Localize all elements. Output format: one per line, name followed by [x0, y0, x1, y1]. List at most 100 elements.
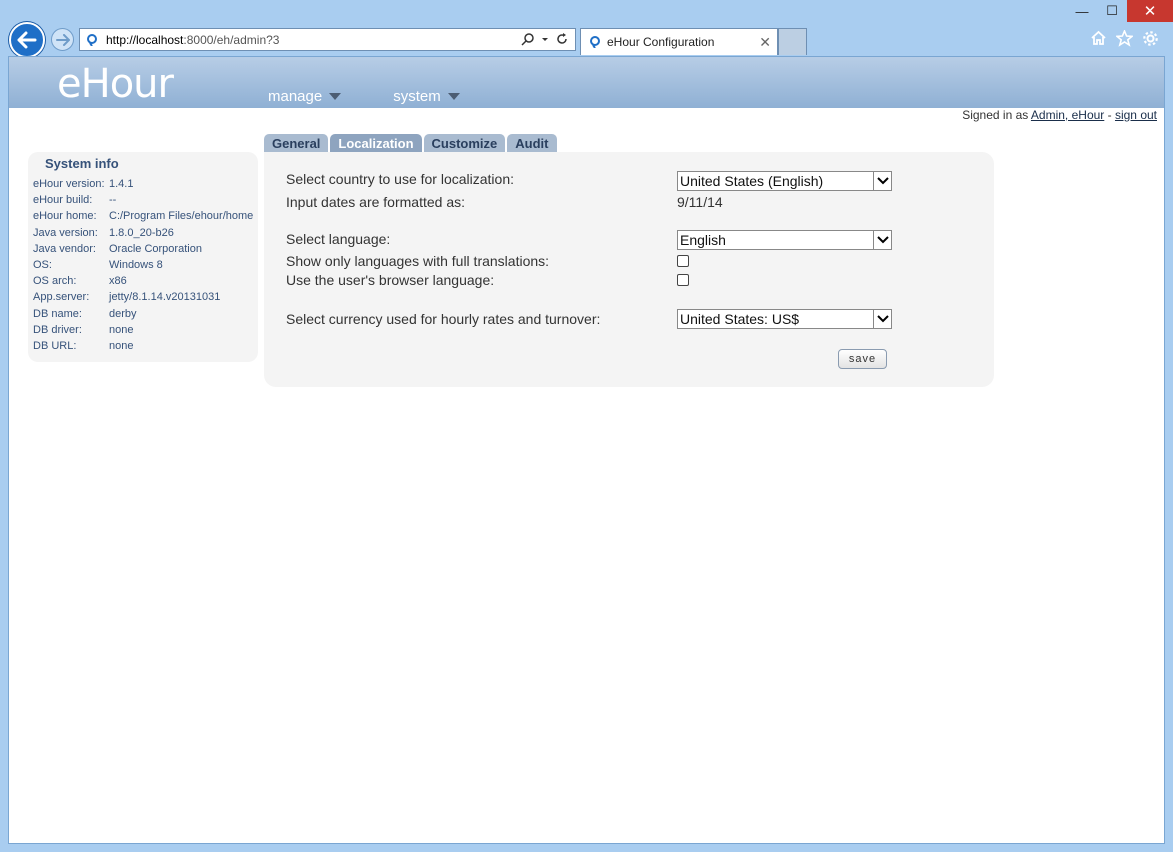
sysinfo-value: Oracle Corporation [109, 242, 202, 255]
full-translations-label: Show only languages with full translatio… [286, 253, 550, 269]
system-info-panel: System info eHour version: 1.4.1 eHour bu… [28, 152, 258, 362]
forward-button[interactable] [51, 28, 74, 51]
sysinfo-key: Java vendor: [33, 242, 96, 255]
sysinfo-value: 1.8.0_20-b26 [109, 226, 174, 239]
sysinfo-key: App.server: [33, 291, 90, 304]
localization-panel: Select country to use for localization: … [264, 152, 994, 387]
tab-customize[interactable]: Customize [423, 134, 506, 152]
sysinfo-value: x86 [109, 275, 127, 288]
sign-out-link[interactable]: sign out [1115, 108, 1157, 122]
url-path: :8000/eh/admin?3 [183, 32, 280, 47]
sysinfo-key: eHour home: [33, 210, 97, 223]
close-tab-icon[interactable]: ✕ [759, 34, 771, 51]
browser-language-checkbox[interactable] [677, 274, 689, 286]
chevron-down-icon [329, 93, 342, 100]
main-nav: manage system [268, 88, 460, 105]
ehour-logo[interactable]: eHour [57, 61, 174, 107]
sysinfo-key: DB driver: [33, 323, 82, 336]
arrow-right-icon [55, 33, 70, 46]
nav-manage[interactable]: manage [268, 88, 342, 105]
sysinfo-row: OS: Windows 8 [33, 257, 253, 273]
currency-label: Select currency used for hourly rates an… [286, 311, 601, 327]
sysinfo-value: -- [109, 194, 117, 207]
back-button[interactable] [9, 22, 45, 58]
gear-icon[interactable] [1142, 29, 1159, 47]
date-format-value: 9/11/14 [677, 194, 723, 210]
country-select-value: United States (English) [680, 173, 824, 189]
chevron-down-icon [447, 93, 460, 100]
search-icon[interactable] [521, 32, 535, 46]
sysinfo-key: eHour build: [33, 194, 93, 207]
sysinfo-row: eHour build: -- [33, 192, 253, 208]
site-header: eHour manage system [9, 57, 1164, 108]
sysinfo-row: Java version: 1.8.0_20-b26 [33, 225, 253, 241]
sysinfo-value: none [109, 323, 134, 336]
country-select[interactable]: United States (English) [677, 171, 892, 191]
nav-manage-label: manage [268, 88, 323, 105]
nav-system[interactable]: system [393, 88, 460, 105]
address-bar[interactable]: http://localhost:8000/eh/admin?3 [79, 28, 576, 51]
sysinfo-value: jetty/8.1.14.v20131031 [109, 291, 221, 304]
sysinfo-value: C:/Program Files/ehour/home [109, 210, 254, 223]
address-actions [521, 32, 569, 46]
system-info-list: eHour version: 1.4.1 eHour build: -- eHour… [33, 176, 253, 354]
sysinfo-key: OS arch: [33, 275, 77, 288]
minimize-button[interactable]: — [1067, 0, 1097, 22]
currency-select-value: United States: US$ [680, 311, 800, 327]
window-controls: — ☐ ✕ [1067, 0, 1173, 22]
sysinfo-row: eHour home: C:/Program Files/ehour/home [33, 208, 253, 224]
language-select[interactable]: English [677, 230, 892, 250]
sysinfo-key: OS: [33, 259, 52, 272]
arrow-left-icon [17, 31, 37, 49]
chevron-down-icon [873, 172, 891, 190]
sysinfo-row: eHour version: 1.4.1 [33, 176, 253, 192]
sysinfo-row: OS arch: x86 [33, 273, 253, 289]
sysinfo-key: Java version: [33, 226, 98, 239]
signed-in-prefix: Signed in as [962, 108, 1031, 122]
country-label: Select country to use for localization: [286, 171, 515, 187]
maximize-button[interactable]: ☐ [1097, 0, 1127, 22]
close-window-button[interactable]: ✕ [1127, 0, 1173, 22]
browser-chrome: — ☐ ✕ http://localhost:8000/eh/admin?3 e… [0, 0, 1173, 58]
sysinfo-row: Java vendor: Oracle Corporation [33, 241, 253, 257]
page-viewport: eHour manage system Signed in as Admin, … [8, 56, 1165, 844]
chevron-down-icon [873, 231, 891, 249]
url-host: http://localhost [106, 32, 184, 47]
signed-in-info: Signed in as Admin, eHour - sign out [962, 108, 1157, 122]
tab-general[interactable]: General [264, 134, 329, 152]
sysinfo-row: DB driver: none [33, 322, 253, 338]
sysinfo-row: DB name: derby [33, 306, 253, 322]
tab-audit[interactable]: Audit [507, 134, 557, 152]
browser-language-label: Use the user's browser language: [286, 272, 495, 288]
currency-select[interactable]: United States: US$ [677, 309, 892, 329]
browser-toolbar-icons [1090, 29, 1159, 47]
full-translations-checkbox[interactable] [677, 255, 689, 267]
sysinfo-value: derby [109, 307, 137, 320]
refresh-icon[interactable] [555, 32, 569, 46]
ehour-favicon-icon [590, 36, 600, 48]
chevron-down-icon [873, 310, 891, 328]
ehour-favicon-icon [87, 33, 97, 46]
sysinfo-row: App.server: jetty/8.1.14.v20131031 [33, 289, 253, 305]
sysinfo-key: eHour version: [33, 178, 105, 191]
system-info-title: System info [45, 156, 119, 171]
language-label: Select language: [286, 231, 391, 247]
sysinfo-row: DB URL: none [33, 338, 253, 354]
sysinfo-value: 1.4.1 [109, 178, 134, 191]
browser-tab-active[interactable]: eHour Configuration ✕ [580, 28, 778, 55]
sysinfo-value: none [109, 339, 134, 352]
tab-localization[interactable]: Localization [330, 134, 422, 152]
dropdown-caret-icon[interactable] [541, 32, 549, 46]
user-profile-link[interactable]: Admin, eHour [1031, 108, 1104, 122]
home-icon[interactable] [1090, 29, 1107, 47]
config-tabs: General Localization Customize Audit [264, 134, 557, 152]
date-format-label: Input dates are formatted as: [286, 194, 465, 210]
save-button[interactable]: save [838, 349, 887, 369]
new-tab-button[interactable] [778, 28, 807, 55]
language-select-value: English [680, 232, 726, 248]
sysinfo-key: DB name: [33, 307, 82, 320]
tab-title: eHour Configuration [607, 35, 715, 49]
sysinfo-key: DB URL: [33, 339, 77, 352]
favorites-star-icon[interactable] [1116, 29, 1133, 47]
sysinfo-value: Windows 8 [109, 259, 163, 272]
